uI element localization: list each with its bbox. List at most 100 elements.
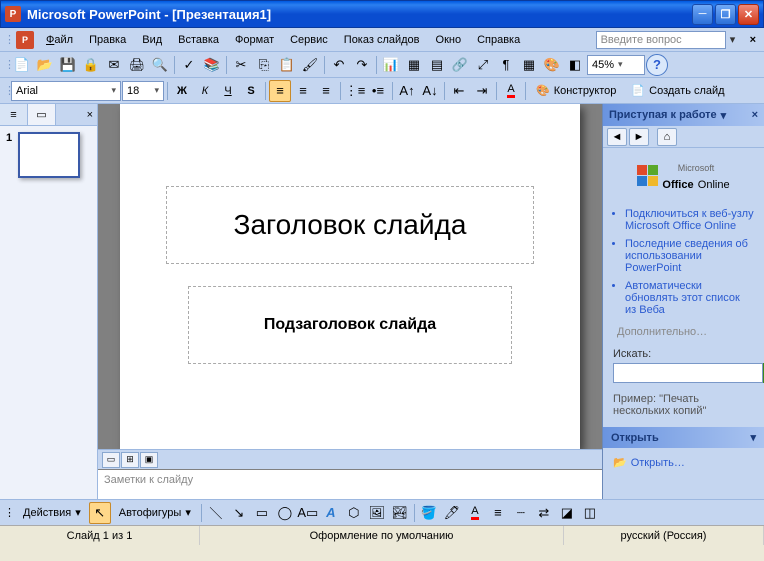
new-slide-button[interactable]: 📄Создать слайд <box>624 80 731 102</box>
undo-button[interactable]: ↶ <box>328 54 350 76</box>
dash-style-button[interactable]: ┈ <box>510 502 532 524</box>
menu-slideshow[interactable]: Показ слайдов <box>336 31 428 49</box>
open-button[interactable]: 📂 <box>34 54 56 76</box>
taskpane-home-button[interactable]: ⌂ <box>657 128 677 146</box>
numbering-button[interactable]: ⋮≡ <box>344 80 366 102</box>
minimize-button[interactable]: ─ <box>692 4 713 25</box>
save-button[interactable]: 💾 <box>57 54 79 76</box>
panel-close-button[interactable]: × <box>56 104 97 125</box>
hyperlink-button[interactable]: 🔗 <box>449 54 471 76</box>
taskpane-back-button[interactable]: ◄ <box>607 128 627 146</box>
open-file-link[interactable]: 📂 Открыть… <box>613 456 754 469</box>
align-center-button[interactable]: ≡ <box>292 80 314 102</box>
slides-tab[interactable]: ▭ <box>28 104 56 125</box>
grip-icon[interactable]: ⋮ <box>4 58 10 71</box>
grip-icon[interactable]: ⋮ <box>4 506 15 519</box>
email-button[interactable]: ✉ <box>103 54 125 76</box>
menu-edit[interactable]: Правка <box>81 31 134 49</box>
taskpane-forward-button[interactable]: ► <box>629 128 649 146</box>
slide-thumbnail-1[interactable] <box>18 132 80 178</box>
new-button[interactable]: 📄 <box>11 54 33 76</box>
menu-tools[interactable]: Сервис <box>282 31 336 49</box>
spellcheck-button[interactable]: ✓ <box>178 54 200 76</box>
status-language[interactable]: русский (Россия) <box>564 526 764 545</box>
taskpane-link-news[interactable]: Последние сведения об использовании Powe… <box>625 238 754 274</box>
increase-font-button[interactable]: A↑ <box>396 80 418 102</box>
bold-button[interactable]: Ж <box>171 80 193 102</box>
tables-button[interactable]: ▤ <box>426 54 448 76</box>
line-button[interactable]: ＼ <box>205 502 227 524</box>
cut-button[interactable]: ✂ <box>230 54 252 76</box>
3d-style-button[interactable]: ◫ <box>579 502 601 524</box>
taskpane-search-input[interactable] <box>613 363 763 383</box>
notes-pane[interactable]: Заметки к слайду <box>98 469 602 499</box>
align-right-button[interactable]: ≡ <box>315 80 337 102</box>
help-button[interactable]: ? <box>646 54 668 76</box>
menu-view[interactable]: Вид <box>134 31 170 49</box>
menu-file[interactable]: Файл <box>38 31 81 49</box>
help-question-input[interactable]: Введите вопрос <box>596 31 726 49</box>
font-size-combo[interactable]: 18▾ <box>122 81 164 101</box>
expand-button[interactable]: ⤢ <box>472 54 494 76</box>
picture-button[interactable]: 🏞 <box>389 502 411 524</box>
select-objects-button[interactable]: ↖ <box>89 502 111 524</box>
oval-button[interactable]: ◯ <box>274 502 296 524</box>
slideshow-view-button[interactable]: ▣ <box>140 452 158 468</box>
color-button[interactable]: 🎨 <box>541 54 563 76</box>
underline-button[interactable]: Ч <box>217 80 239 102</box>
close-button[interactable]: ✕ <box>738 4 759 25</box>
sorter-view-button[interactable]: ⊞ <box>121 452 139 468</box>
draw-actions-menu[interactable]: Действия ▾ <box>16 502 88 524</box>
grid-button[interactable]: ▦ <box>518 54 540 76</box>
format-painter-button[interactable]: 🖌 <box>299 54 321 76</box>
font-name-combo[interactable]: Arial▾ <box>11 81 121 101</box>
doc-close-button[interactable]: × <box>746 34 760 46</box>
designer-button[interactable]: 🎨Конструктор <box>529 80 623 102</box>
textbox-button[interactable]: A▭ <box>297 502 319 524</box>
shadow-style-button[interactable]: ◪ <box>556 502 578 524</box>
increase-indent-button[interactable]: ⇥ <box>471 80 493 102</box>
arrow-style-button[interactable]: ⇄ <box>533 502 555 524</box>
print-button[interactable]: 🖨 <box>126 54 148 76</box>
insert-chart-button[interactable]: 📊 <box>380 54 402 76</box>
research-button[interactable]: 📚 <box>201 54 223 76</box>
taskpane-close-button[interactable]: × <box>752 109 758 121</box>
line-color-button[interactable]: 🖊 <box>441 502 463 524</box>
clipart-button[interactable]: 🖼 <box>366 502 388 524</box>
menu-help[interactable]: Справка <box>469 31 528 49</box>
menu-insert[interactable]: Вставка <box>170 31 227 49</box>
decrease-font-button[interactable]: A↓ <box>419 80 441 102</box>
slide-canvas[interactable]: Заголовок слайда Подзаголовок слайда <box>120 104 580 449</box>
zoom-combo[interactable]: 45%▾ <box>587 55 645 75</box>
taskpane-link-connect[interactable]: Подключиться к веб-узлу Microsoft Office… <box>625 208 754 232</box>
paste-button[interactable]: 📋 <box>276 54 298 76</box>
bullets-button[interactable]: •≡ <box>367 80 389 102</box>
redo-button[interactable]: ↷ <box>351 54 373 76</box>
maximize-button[interactable]: ❐ <box>715 4 736 25</box>
arrow-button[interactable]: ↘ <box>228 502 250 524</box>
grayscale-button[interactable]: ◧ <box>564 54 586 76</box>
subtitle-placeholder[interactable]: Подзаголовок слайда <box>188 286 512 364</box>
grip-icon[interactable]: ⋮ <box>4 84 10 97</box>
outline-tab[interactable]: ≡ <box>0 104 28 125</box>
decrease-indent-button[interactable]: ⇤ <box>448 80 470 102</box>
italic-button[interactable]: К <box>194 80 216 102</box>
grip-icon[interactable]: ⋮ <box>4 33 12 46</box>
taskpane-more-link[interactable]: Дополнительно… <box>603 322 764 342</box>
diagram-button[interactable]: ⬡ <box>343 502 365 524</box>
wordart-button[interactable]: A <box>320 502 342 524</box>
copy-button[interactable]: ⎘ <box>253 54 275 76</box>
taskpane-link-autoupdate[interactable]: Автоматически обновлять этот список из В… <box>625 280 754 316</box>
preview-button[interactable]: 🔍 <box>149 54 171 76</box>
title-placeholder[interactable]: Заголовок слайда <box>166 186 534 264</box>
rectangle-button[interactable]: ▭ <box>251 502 273 524</box>
fill-color-button[interactable]: 🪣 <box>418 502 440 524</box>
taskpane-menu-icon[interactable]: ▾ <box>721 109 727 122</box>
question-dropdown-icon[interactable]: ▾ <box>726 33 740 46</box>
insert-table-button[interactable]: ▦ <box>403 54 425 76</box>
show-formatting-button[interactable]: ¶ <box>495 54 517 76</box>
line-style-button[interactable]: ≡ <box>487 502 509 524</box>
font-color-draw-button[interactable]: A <box>464 502 486 524</box>
shadow-button[interactable]: S <box>240 80 262 102</box>
permission-button[interactable]: 🔒 <box>80 54 102 76</box>
